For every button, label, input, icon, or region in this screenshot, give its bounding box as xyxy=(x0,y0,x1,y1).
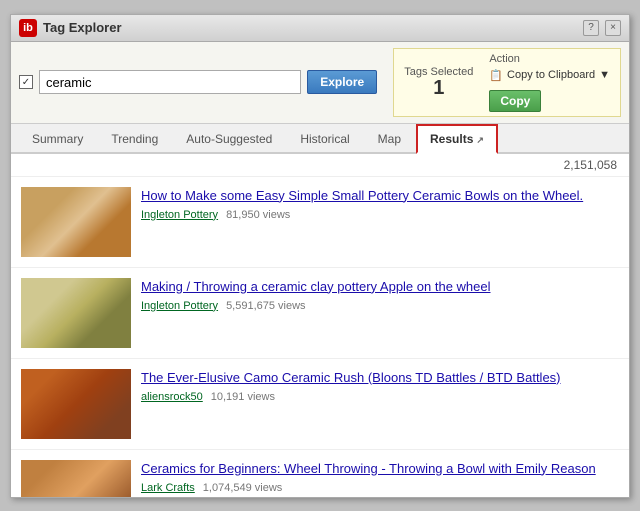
result-title[interactable]: Making / Throwing a ceramic clay pottery… xyxy=(141,278,619,296)
explore-button[interactable]: Explore xyxy=(307,70,377,94)
result-meta: aliensrock50 10,191 views xyxy=(141,391,619,403)
main-window: ib Tag Explorer ? × Explore Tags Selecte… xyxy=(10,14,630,498)
result-channel[interactable]: Lark Crafts xyxy=(141,482,195,494)
result-thumbnail xyxy=(21,278,131,348)
result-channel[interactable]: Ingleton Pottery xyxy=(141,209,218,221)
app-logo: ib xyxy=(19,19,37,37)
tags-selected-section: Tags Selected 1 xyxy=(404,66,473,98)
title-bar: ib Tag Explorer ? × xyxy=(11,15,629,42)
result-info: How to Make some Easy Simple Small Potte… xyxy=(141,187,619,221)
tab-map[interactable]: Map xyxy=(365,125,414,152)
tab-summary[interactable]: Summary xyxy=(19,125,96,152)
title-bar-left: ib Tag Explorer xyxy=(19,19,122,37)
table-row: Making / Throwing a ceramic clay pottery… xyxy=(11,268,629,359)
table-row: Ceramics for Beginners: Wheel Throwing -… xyxy=(11,450,629,497)
result-meta: Lark Crafts 1,074,549 views xyxy=(141,482,619,494)
close-button[interactable]: × xyxy=(605,20,621,36)
tab-historical[interactable]: Historical xyxy=(287,125,362,152)
copy-to-clipboard-button[interactable]: 📋 Copy to Clipboard ▼ xyxy=(489,69,610,82)
search-checkbox[interactable] xyxy=(19,75,33,89)
result-meta: Ingleton Pottery 5,591,675 views xyxy=(141,300,619,312)
external-link-icon: ↗ xyxy=(476,135,484,145)
search-input[interactable] xyxy=(39,70,301,94)
tab-results[interactable]: Results↗ xyxy=(416,124,498,154)
result-views: 5,591,675 views xyxy=(226,300,306,312)
result-thumbnail xyxy=(21,187,131,257)
result-thumbnail xyxy=(21,460,131,497)
action-label: Action xyxy=(489,53,610,65)
result-title[interactable]: Ceramics for Beginners: Wheel Throwing -… xyxy=(141,460,619,478)
tab-auto-suggested[interactable]: Auto-Suggested xyxy=(173,125,285,152)
table-row: The Ever-Elusive Camo Ceramic Rush (Bloo… xyxy=(11,359,629,450)
result-title[interactable]: How to Make some Easy Simple Small Potte… xyxy=(141,187,619,205)
tabs-bar: Summary Trending Auto-Suggested Historic… xyxy=(11,124,629,154)
result-views: 10,191 views xyxy=(211,391,275,403)
title-bar-controls: ? × xyxy=(583,20,621,36)
dropdown-arrow: ▼ xyxy=(599,69,610,81)
result-meta: Ingleton Pottery 81,950 views xyxy=(141,209,619,221)
action-section: Action 📋 Copy to Clipboard ▼ Copy xyxy=(489,53,610,112)
result-info: Ceramics for Beginners: Wheel Throwing -… xyxy=(141,460,619,494)
table-row: How to Make some Easy Simple Small Potte… xyxy=(11,177,629,268)
toolbar: Explore Tags Selected 1 Action 📋 Copy to… xyxy=(11,42,629,124)
result-views: 1,074,549 views xyxy=(203,482,283,494)
tab-trending[interactable]: Trending xyxy=(98,125,171,152)
result-info: Making / Throwing a ceramic clay pottery… xyxy=(141,278,619,312)
result-info: The Ever-Elusive Camo Ceramic Rush (Bloo… xyxy=(141,369,619,403)
copy-button[interactable]: Copy xyxy=(489,90,541,112)
result-channel[interactable]: aliensrock50 xyxy=(141,391,203,403)
tags-selected-count: 1 xyxy=(433,78,444,98)
result-views: 81,950 views xyxy=(226,209,290,221)
copy-to-clipboard-label: Copy to Clipboard xyxy=(507,69,595,81)
results-list: How to Make some Easy Simple Small Potte… xyxy=(11,177,629,497)
result-title[interactable]: The Ever-Elusive Camo Ceramic Rush (Bloo… xyxy=(141,369,619,387)
tags-action-panel: Tags Selected 1 Action 📋 Copy to Clipboa… xyxy=(393,48,621,117)
result-channel[interactable]: Ingleton Pottery xyxy=(141,300,218,312)
window-title: Tag Explorer xyxy=(43,20,122,35)
result-count: 2,151,058 xyxy=(11,154,629,177)
help-button[interactable]: ? xyxy=(583,20,599,36)
result-thumbnail xyxy=(21,369,131,439)
clipboard-icon: 📋 xyxy=(489,69,503,82)
